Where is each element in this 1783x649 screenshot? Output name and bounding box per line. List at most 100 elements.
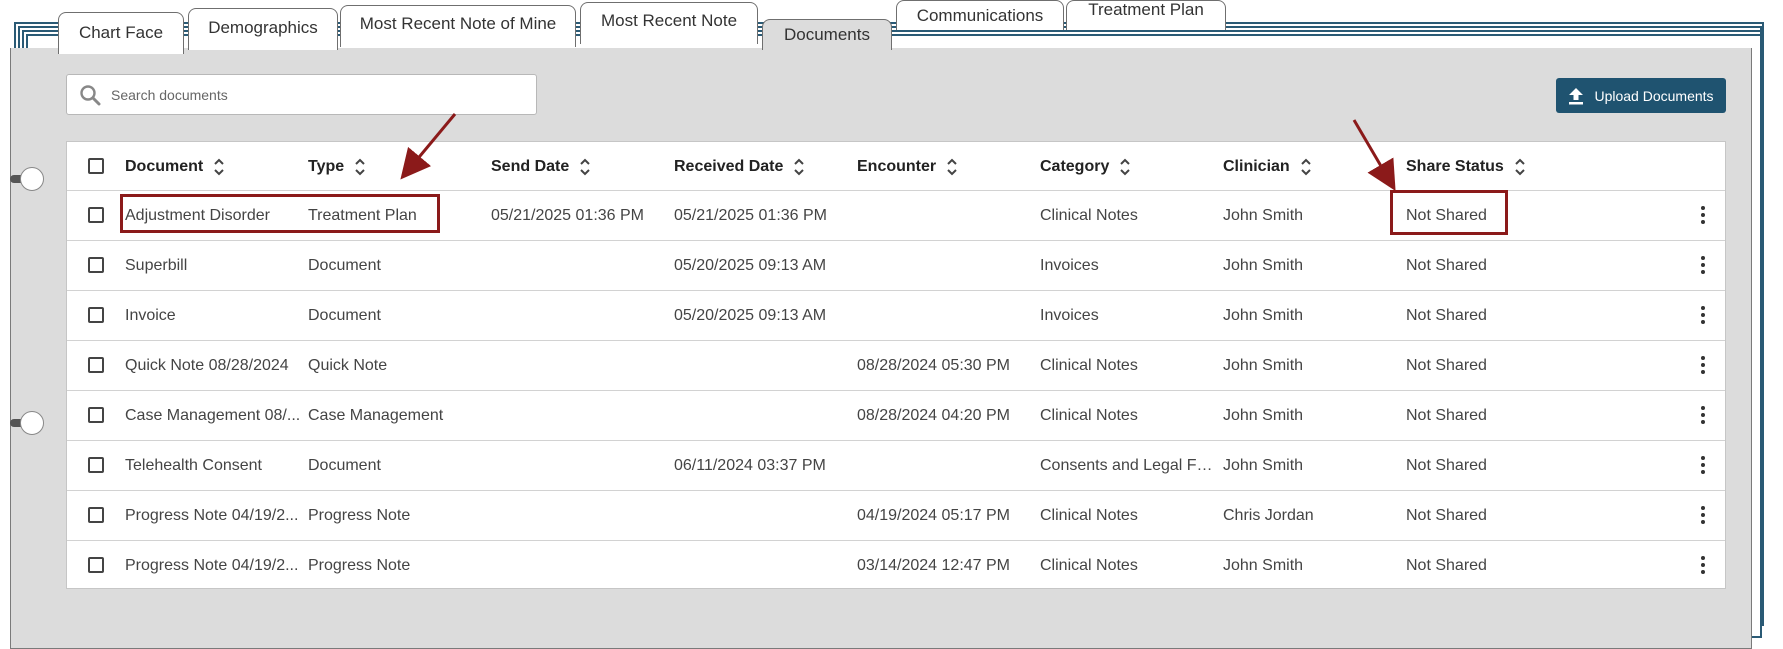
tab-label: Communications [916,5,1044,25]
cell-clinician: John Smith [1223,207,1304,224]
kebab-menu-icon[interactable] [1699,256,1707,276]
column-label: Received Date [674,158,784,175]
tab-most-recent-note[interactable]: Most Recent Note [580,2,758,44]
search-input[interactable] [109,85,513,104]
tab-label: Most Recent Note of Mine [359,13,557,33]
cell-clinician: John Smith [1223,557,1304,574]
kebab-menu-icon[interactable] [1699,506,1707,526]
row-checkbox[interactable] [88,357,104,373]
table-row[interactable]: Superbill Document 05/20/2025 09:13 AM I… [67,240,1725,291]
cell-clinician: John Smith [1223,407,1304,424]
cell-send-date [491,241,667,291]
sort-icon[interactable] [946,157,958,177]
row-checkbox[interactable] [88,307,104,323]
cell-document[interactable]: Telehealth Consent [125,441,301,491]
row-checkbox[interactable] [88,507,104,523]
cell-received-date: 05/21/2025 01:36 PM [674,207,828,224]
cell-category: Invoices [1040,307,1099,324]
cell-clinician: John Smith [1223,257,1304,274]
cell-document[interactable]: Invoice [125,291,301,341]
sort-icon[interactable] [1514,157,1526,177]
column-label: Send Date [491,158,570,175]
column-header-category[interactable]: Category [1040,142,1131,192]
column-header-type[interactable]: Type [308,142,366,192]
row-checkbox[interactable] [88,207,104,223]
column-header-share-status[interactable]: Share Status [1406,142,1526,192]
search-box[interactable] [66,74,537,115]
tab-documents[interactable]: Documents [762,19,892,50]
cell-clinician: John Smith [1223,457,1304,474]
cell-received-date [674,541,850,591]
kebab-menu-icon[interactable] [1699,206,1707,226]
cell-share-status: Not Shared [1406,557,1487,574]
binder-hole [20,167,44,191]
kebab-menu-icon[interactable] [1699,406,1707,426]
table-row[interactable]: Invoice Document 05/20/2025 09:13 AM Inv… [67,290,1725,341]
cell-type: Treatment Plan [308,207,417,224]
table-row[interactable]: Progress Note 04/19/2... Progress Note 0… [67,540,1725,591]
cell-document[interactable]: Progress Note 04/19/2... [125,491,301,541]
cell-share-status: Not Shared [1406,207,1487,224]
cell-send-date [491,541,667,591]
cell-received-date: 05/20/2025 09:13 AM [674,257,827,274]
row-checkbox[interactable] [88,557,104,573]
cell-share-status: Not Shared [1406,357,1487,374]
tab-treatment-plan[interactable]: Treatment Plan [1066,0,1226,30]
kebab-menu-icon[interactable] [1699,456,1707,476]
cell-document[interactable]: Case Management 08/... [125,391,301,441]
select-all-checkbox[interactable] [88,158,104,174]
kebab-menu-icon[interactable] [1699,356,1707,376]
column-header-received-date[interactable]: Received Date [674,142,805,192]
sort-icon[interactable] [213,157,225,177]
cell-type: Quick Note [308,357,388,374]
cell-type: Progress Note [308,507,411,524]
row-checkbox[interactable] [88,257,104,273]
tab-chart-face[interactable]: Chart Face [58,12,184,54]
cell-document[interactable]: Progress Note 04/19/2... [125,541,301,591]
table-row[interactable]: Telehealth Consent Document 06/11/2024 0… [67,440,1725,491]
sort-icon[interactable] [579,157,591,177]
table-row[interactable]: Adjustment Disorder Treatment Plan 05/21… [67,190,1725,241]
upload-documents-button[interactable]: Upload Documents [1556,78,1726,113]
cell-category: Clinical Notes [1040,207,1138,224]
cell-document[interactable]: Adjustment Disorder [125,191,301,241]
cell-encounter [857,241,1033,291]
table-row[interactable]: Case Management 08/... Case Management 0… [67,390,1725,441]
tab-most-recent-note-of-mine[interactable]: Most Recent Note of Mine [340,5,576,47]
row-checkbox[interactable] [88,457,104,473]
column-header-encounter[interactable]: Encounter [857,142,958,192]
sort-icon[interactable] [354,157,366,177]
upload-button-label: Upload Documents [1594,87,1714,104]
cell-document[interactable]: Superbill [125,241,301,291]
sort-icon[interactable] [1300,157,1312,177]
column-header-send-date[interactable]: Send Date [491,142,591,192]
cell-share-status: Not Shared [1406,307,1487,324]
cell-type: Document [308,457,381,474]
tab-communications[interactable]: Communications [896,0,1064,30]
cell-encounter: 08/28/2024 04:20 PM [857,407,1011,424]
column-label: Category [1040,158,1110,175]
kebab-menu-icon[interactable] [1699,556,1707,576]
cell-encounter: 03/14/2024 12:47 PM [857,557,1011,574]
kebab-menu-icon[interactable] [1699,306,1707,326]
cell-share-status: Not Shared [1406,407,1487,424]
table-row[interactable]: Quick Note 08/28/2024 Quick Note 08/28/2… [67,340,1725,391]
cell-share-status: Not Shared [1406,507,1487,524]
table-row[interactable]: Progress Note 04/19/2... Progress Note 0… [67,490,1725,541]
cell-received-date: 06/11/2024 03:37 PM [674,457,826,474]
row-checkbox[interactable] [88,407,104,423]
column-header-document[interactable]: Document [125,142,225,192]
cell-category: Clinical Notes [1040,407,1138,424]
cell-send-date [491,341,667,391]
upload-icon [1569,87,1584,104]
sort-icon[interactable] [793,157,805,177]
cell-send-date [491,441,667,491]
cell-encounter [857,191,1033,241]
sort-icon[interactable] [1119,157,1131,177]
search-icon [80,84,101,105]
tab-label: Demographics [208,17,318,37]
cell-document[interactable]: Quick Note 08/28/2024 [125,341,301,391]
column-header-clinician[interactable]: Clinician [1223,142,1312,192]
cell-type: Document [308,257,381,274]
tab-demographics[interactable]: Demographics [188,8,338,50]
